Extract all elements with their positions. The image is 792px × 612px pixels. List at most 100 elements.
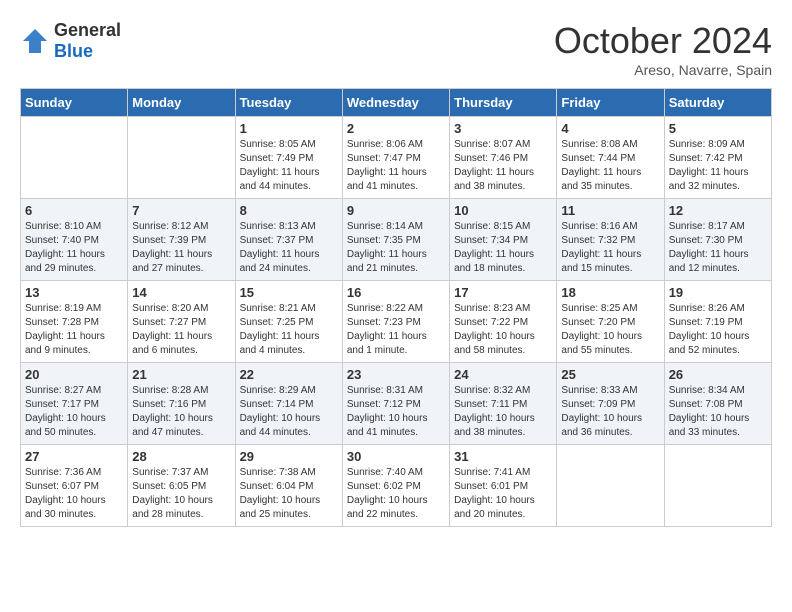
table-row bbox=[557, 445, 664, 527]
sunset: Sunset: 7:25 PM bbox=[240, 317, 314, 328]
sunset: Sunset: 7:17 PM bbox=[25, 399, 99, 410]
day-info: Sunrise: 8:33 AM Sunset: 7:09 PM Dayligh… bbox=[561, 384, 659, 440]
sunrise: Sunrise: 8:05 AM bbox=[240, 139, 316, 150]
day-info: Sunrise: 8:22 AM Sunset: 7:23 PM Dayligh… bbox=[347, 302, 445, 358]
day-number: 24 bbox=[454, 367, 552, 382]
table-row: 1 Sunrise: 8:05 AM Sunset: 7:49 PM Dayli… bbox=[235, 117, 342, 199]
day-info: Sunrise: 8:28 AM Sunset: 7:16 PM Dayligh… bbox=[132, 384, 230, 440]
daylight: Daylight: 11 hours and 9 minutes. bbox=[25, 331, 105, 356]
day-info: Sunrise: 7:37 AM Sunset: 6:05 PM Dayligh… bbox=[132, 466, 230, 522]
day-info: Sunrise: 8:12 AM Sunset: 7:39 PM Dayligh… bbox=[132, 220, 230, 276]
day-info: Sunrise: 8:25 AM Sunset: 7:20 PM Dayligh… bbox=[561, 302, 659, 358]
daylight: Daylight: 11 hours and 21 minutes. bbox=[347, 249, 427, 274]
table-row: 26 Sunrise: 8:34 AM Sunset: 7:08 PM Dayl… bbox=[664, 363, 771, 445]
sunset: Sunset: 7:30 PM bbox=[669, 235, 743, 246]
day-number: 4 bbox=[561, 121, 659, 136]
sunrise: Sunrise: 8:25 AM bbox=[561, 303, 637, 314]
day-number: 13 bbox=[25, 285, 123, 300]
sunset: Sunset: 7:19 PM bbox=[669, 317, 743, 328]
day-number: 22 bbox=[240, 367, 338, 382]
table-row: 17 Sunrise: 8:23 AM Sunset: 7:22 PM Dayl… bbox=[450, 281, 557, 363]
sunset: Sunset: 7:08 PM bbox=[669, 399, 743, 410]
sunrise: Sunrise: 8:09 AM bbox=[669, 139, 745, 150]
day-number: 10 bbox=[454, 203, 552, 218]
table-row: 11 Sunrise: 8:16 AM Sunset: 7:32 PM Dayl… bbox=[557, 199, 664, 281]
logo: General Blue bbox=[20, 20, 121, 62]
sunset: Sunset: 7:28 PM bbox=[25, 317, 99, 328]
sunset: Sunset: 7:20 PM bbox=[561, 317, 635, 328]
day-number: 6 bbox=[25, 203, 123, 218]
table-row: 16 Sunrise: 8:22 AM Sunset: 7:23 PM Dayl… bbox=[342, 281, 449, 363]
sunset: Sunset: 7:09 PM bbox=[561, 399, 635, 410]
day-info: Sunrise: 8:09 AM Sunset: 7:42 PM Dayligh… bbox=[669, 138, 767, 194]
day-number: 11 bbox=[561, 203, 659, 218]
sunrise: Sunrise: 8:15 AM bbox=[454, 221, 530, 232]
month-title: October 2024 bbox=[554, 20, 772, 62]
sunrise: Sunrise: 7:36 AM bbox=[25, 467, 101, 478]
day-number: 2 bbox=[347, 121, 445, 136]
sunset: Sunset: 6:04 PM bbox=[240, 481, 314, 492]
daylight: Daylight: 11 hours and 4 minutes. bbox=[240, 331, 320, 356]
daylight: Daylight: 10 hours and 58 minutes. bbox=[454, 331, 535, 356]
day-number: 9 bbox=[347, 203, 445, 218]
sunrise: Sunrise: 8:17 AM bbox=[669, 221, 745, 232]
table-row: 21 Sunrise: 8:28 AM Sunset: 7:16 PM Dayl… bbox=[128, 363, 235, 445]
header-sunday: Sunday bbox=[21, 89, 128, 117]
sunset: Sunset: 6:05 PM bbox=[132, 481, 206, 492]
table-row: 6 Sunrise: 8:10 AM Sunset: 7:40 PM Dayli… bbox=[21, 199, 128, 281]
day-number: 19 bbox=[669, 285, 767, 300]
daylight: Daylight: 10 hours and 44 minutes. bbox=[240, 413, 321, 438]
table-row: 10 Sunrise: 8:15 AM Sunset: 7:34 PM Dayl… bbox=[450, 199, 557, 281]
day-info: Sunrise: 8:17 AM Sunset: 7:30 PM Dayligh… bbox=[669, 220, 767, 276]
table-row: 12 Sunrise: 8:17 AM Sunset: 7:30 PM Dayl… bbox=[664, 199, 771, 281]
table-row: 5 Sunrise: 8:09 AM Sunset: 7:42 PM Dayli… bbox=[664, 117, 771, 199]
daylight: Daylight: 10 hours and 20 minutes. bbox=[454, 495, 535, 520]
sunrise: Sunrise: 8:14 AM bbox=[347, 221, 423, 232]
day-info: Sunrise: 7:36 AM Sunset: 6:07 PM Dayligh… bbox=[25, 466, 123, 522]
day-number: 28 bbox=[132, 449, 230, 464]
daylight: Daylight: 10 hours and 47 minutes. bbox=[132, 413, 213, 438]
sunrise: Sunrise: 8:16 AM bbox=[561, 221, 637, 232]
sunrise: Sunrise: 8:22 AM bbox=[347, 303, 423, 314]
sunrise: Sunrise: 7:38 AM bbox=[240, 467, 316, 478]
day-info: Sunrise: 8:20 AM Sunset: 7:27 PM Dayligh… bbox=[132, 302, 230, 358]
sunrise: Sunrise: 8:06 AM bbox=[347, 139, 423, 150]
table-row: 29 Sunrise: 7:38 AM Sunset: 6:04 PM Dayl… bbox=[235, 445, 342, 527]
table-row bbox=[128, 117, 235, 199]
sunrise: Sunrise: 8:21 AM bbox=[240, 303, 316, 314]
table-row bbox=[664, 445, 771, 527]
logo-icon bbox=[20, 26, 50, 56]
day-info: Sunrise: 7:41 AM Sunset: 6:01 PM Dayligh… bbox=[454, 466, 552, 522]
day-info: Sunrise: 8:13 AM Sunset: 7:37 PM Dayligh… bbox=[240, 220, 338, 276]
logo-blue: Blue bbox=[54, 41, 93, 61]
sunset: Sunset: 6:01 PM bbox=[454, 481, 528, 492]
sunset: Sunset: 7:27 PM bbox=[132, 317, 206, 328]
daylight: Daylight: 11 hours and 27 minutes. bbox=[132, 249, 212, 274]
day-number: 3 bbox=[454, 121, 552, 136]
sunrise: Sunrise: 7:37 AM bbox=[132, 467, 208, 478]
daylight: Daylight: 11 hours and 32 minutes. bbox=[669, 167, 749, 192]
sunrise: Sunrise: 8:34 AM bbox=[669, 385, 745, 396]
daylight: Daylight: 11 hours and 12 minutes. bbox=[669, 249, 749, 274]
sunset: Sunset: 7:14 PM bbox=[240, 399, 314, 410]
sunrise: Sunrise: 7:40 AM bbox=[347, 467, 423, 478]
calendar-week-row: 27 Sunrise: 7:36 AM Sunset: 6:07 PM Dayl… bbox=[21, 445, 772, 527]
sunrise: Sunrise: 8:26 AM bbox=[669, 303, 745, 314]
logo-text: General Blue bbox=[54, 20, 121, 62]
sunrise: Sunrise: 8:13 AM bbox=[240, 221, 316, 232]
table-row: 20 Sunrise: 8:27 AM Sunset: 7:17 PM Dayl… bbox=[21, 363, 128, 445]
logo-general: General bbox=[54, 20, 121, 40]
table-row: 18 Sunrise: 8:25 AM Sunset: 7:20 PM Dayl… bbox=[557, 281, 664, 363]
sunrise: Sunrise: 8:08 AM bbox=[561, 139, 637, 150]
table-row: 25 Sunrise: 8:33 AM Sunset: 7:09 PM Dayl… bbox=[557, 363, 664, 445]
table-row: 24 Sunrise: 8:32 AM Sunset: 7:11 PM Dayl… bbox=[450, 363, 557, 445]
daylight: Daylight: 10 hours and 50 minutes. bbox=[25, 413, 106, 438]
daylight: Daylight: 11 hours and 24 minutes. bbox=[240, 249, 320, 274]
sunset: Sunset: 7:40 PM bbox=[25, 235, 99, 246]
daylight: Daylight: 11 hours and 15 minutes. bbox=[561, 249, 641, 274]
day-number: 30 bbox=[347, 449, 445, 464]
sunset: Sunset: 7:49 PM bbox=[240, 153, 314, 164]
sunset: Sunset: 7:34 PM bbox=[454, 235, 528, 246]
day-info: Sunrise: 7:40 AM Sunset: 6:02 PM Dayligh… bbox=[347, 466, 445, 522]
sunset: Sunset: 7:37 PM bbox=[240, 235, 314, 246]
